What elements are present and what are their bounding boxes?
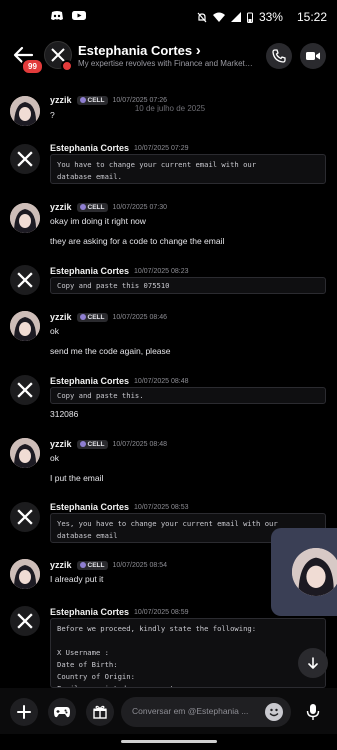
message-text: ok [50,453,59,463]
message-timestamp: 10/07/2025 08:48 [112,440,168,448]
message-text: I already put it [50,574,104,584]
server-tag: CELL [76,202,108,212]
user-avatar[interactable] [10,559,40,589]
message-timestamp: 10/07/2025 08:46 [112,313,168,321]
message-text: 312086 [50,409,79,419]
contact-avatar[interactable] [10,606,40,636]
message-composer: Conversar em @Estephania ... [0,688,337,734]
server-tag: CELL [76,95,108,105]
user-avatar [292,548,337,596]
jump-to-bottom-button[interactable] [298,648,328,678]
unread-badge: 99 [21,58,44,75]
message-input-placeholder: Conversar em @Estephania ... [132,706,249,716]
message-author[interactable]: yzzik [50,560,72,570]
dnd-status-dot [61,60,73,72]
message-timestamp: 10/07/2025 07:30 [112,203,168,211]
contact-name[interactable]: Estephania Cortes › [78,42,201,59]
discord-icon [51,11,63,20]
message-timestamp: 10/07/2025 07:29 [134,144,189,152]
x-logo-icon [17,272,33,288]
add-attachment-button[interactable] [10,698,38,726]
message-timestamp: 10/07/2025 08:53 [134,503,189,511]
server-tag: CELL [76,560,108,570]
code-block: You have to change your current email wi… [50,154,326,184]
contact-avatar[interactable] [10,375,40,405]
contact-bio: My expertise revolves with Finance and M… [78,59,254,68]
x-logo-icon [17,509,33,525]
status-bar: 33% 15:22 [0,0,337,34]
code-block: Copy and paste this 075510 [50,277,326,294]
message-timestamp: 10/07/2025 08:23 [134,267,189,275]
message-timestamp: 10/07/2025 07:26 [112,96,168,104]
call-icon [272,49,286,63]
activities-button[interactable] [48,698,76,726]
gift-icon [93,705,107,719]
message-author[interactable]: Estephania Cortes [50,143,129,153]
message-text: send me the code again, please [50,346,171,356]
x-logo-icon [17,613,33,629]
message-author[interactable]: yzzik [50,439,72,449]
message-text: ? [50,110,55,120]
home-indicator[interactable] [121,740,217,743]
wifi-icon [212,12,225,22]
message-author[interactable]: yzzik [50,202,72,212]
user-avatar[interactable] [10,96,40,126]
server-tag: CELL [76,312,108,322]
voice-message-button[interactable] [299,698,327,726]
message-text: they are asking for a code to change the… [50,236,225,246]
contact-avatar[interactable] [10,144,40,174]
youtube-icon [72,11,86,20]
battery-icon [246,12,253,23]
server-tag: CELL [76,439,108,449]
message-author[interactable]: yzzik [50,95,72,105]
mic-icon [306,704,320,720]
message-timestamp: 10/07/2025 08:59 [134,608,189,616]
signal-icon [230,12,241,22]
date-divider: 10 de julho de 2025 [134,104,206,112]
mute-icon [197,12,207,22]
message-input[interactable]: Conversar em @Estephania ... [121,697,291,727]
user-avatar[interactable] [10,311,40,341]
contact-avatar[interactable] [10,265,40,295]
video-call-button[interactable] [300,43,326,69]
user-avatar[interactable] [10,203,40,233]
code-block: Copy and paste this. [50,387,326,404]
chevron-right-icon: › [195,42,201,59]
message-timestamp: 10/07/2025 08:48 [134,377,189,385]
message-author[interactable]: Estephania Cortes [50,607,129,617]
video-icon [306,52,320,60]
gamepad-icon [54,707,70,718]
voice-call-button[interactable] [266,43,292,69]
emoji-icon[interactable] [265,703,283,721]
message-timestamp: 10/07/2025 08:54 [112,561,168,569]
message-text: ok [50,326,59,336]
contact-avatar[interactable] [10,502,40,532]
clock: 15:22 [296,10,327,24]
battery-level: 33% [258,10,283,24]
x-logo-icon [17,382,33,398]
message-text: okay im doing it right now [50,216,146,226]
arrow-down-icon [308,657,318,669]
floating-avatar-bubble[interactable] [271,528,337,616]
message-text: I put the email [50,473,104,483]
user-avatar[interactable] [10,438,40,468]
chat-header: 99 Estephania Cortes › My expertise revo… [0,34,337,112]
gift-button[interactable] [86,698,114,726]
message-author[interactable]: Estephania Cortes [50,502,129,512]
x-logo-icon [17,151,33,167]
plus-icon [17,705,31,719]
message-author[interactable]: Estephania Cortes [50,266,129,276]
message-author[interactable]: yzzik [50,312,72,322]
message-author[interactable]: Estephania Cortes [50,376,129,386]
code-block: Before we proceed, kindly state the foll… [50,618,326,688]
